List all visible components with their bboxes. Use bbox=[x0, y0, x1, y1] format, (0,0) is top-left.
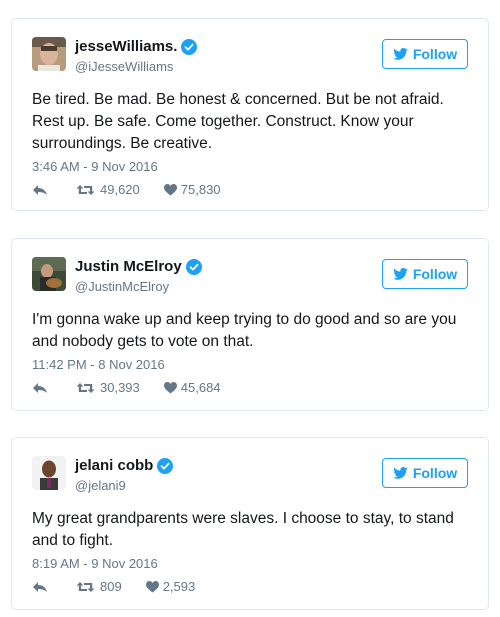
tweet-text: I'm gonna wake up and keep trying to do … bbox=[32, 311, 457, 350]
reply-button[interactable] bbox=[32, 382, 48, 394]
tweet-text: Be tired. Be mad. Be honest & concerned.… bbox=[32, 91, 444, 152]
twitter-bird-icon bbox=[393, 467, 408, 479]
retweet-button[interactable]: 809 bbox=[76, 579, 122, 594]
reply-button[interactable] bbox=[32, 581, 48, 593]
avatar[interactable] bbox=[32, 37, 66, 71]
follow-button[interactable]: Follow bbox=[382, 458, 468, 488]
tweet-actions: 809 2,593 bbox=[32, 579, 195, 594]
follow-button[interactable]: Follow bbox=[382, 39, 468, 69]
name-row: Justin McElroy bbox=[75, 258, 202, 275]
reply-icon bbox=[33, 184, 47, 195]
retweet-icon bbox=[76, 581, 95, 592]
verified-badge-icon bbox=[185, 258, 202, 275]
reply-button[interactable] bbox=[32, 184, 48, 196]
tweet-card: jesseWilliams. @iJesseWilliams Follow Be… bbox=[11, 18, 489, 211]
like-count: 75,830 bbox=[180, 182, 221, 197]
follow-label: Follow bbox=[412, 266, 458, 282]
user-handle[interactable]: @jelani9 bbox=[75, 478, 126, 493]
reply-icon bbox=[33, 382, 47, 393]
name-row: jelani cobb bbox=[75, 457, 174, 474]
retweet-button[interactable]: 30,393 bbox=[76, 380, 140, 395]
user-handle[interactable]: @JustinMcElroy bbox=[75, 279, 169, 294]
like-button[interactable]: 75,830 bbox=[163, 182, 221, 197]
like-button[interactable]: 2,593 bbox=[145, 579, 196, 594]
like-count: 45,684 bbox=[180, 380, 221, 395]
twitter-bird-icon bbox=[393, 48, 408, 60]
follow-label: Follow bbox=[412, 465, 458, 481]
display-name[interactable]: jesseWilliams. bbox=[75, 38, 177, 55]
display-name[interactable]: jelani cobb bbox=[75, 457, 153, 474]
display-name[interactable]: Justin McElroy bbox=[75, 258, 182, 275]
tweet-actions: 30,393 45,684 bbox=[32, 380, 221, 395]
twitter-bird-icon bbox=[393, 268, 408, 280]
tweet-actions: 49,620 75,830 bbox=[32, 182, 221, 197]
avatar[interactable] bbox=[32, 456, 66, 490]
heart-icon bbox=[163, 381, 177, 393]
tweet-card: jelani cobb @jelani9 Follow My great gra… bbox=[11, 437, 489, 610]
tweet-timestamp[interactable]: 11:42 PM - 8 Nov 2016 bbox=[32, 357, 165, 372]
heart-icon bbox=[145, 580, 159, 592]
retweet-count: 30,393 bbox=[100, 380, 140, 395]
avatar[interactable] bbox=[32, 257, 66, 291]
retweet-icon bbox=[76, 382, 95, 393]
user-handle[interactable]: @iJesseWilliams bbox=[75, 59, 173, 74]
heart-icon bbox=[163, 183, 177, 195]
tweet-timestamp[interactable]: 3:46 AM - 9 Nov 2016 bbox=[32, 159, 158, 174]
verified-badge-icon bbox=[157, 457, 174, 474]
tweet-timestamp[interactable]: 8:19 AM - 9 Nov 2016 bbox=[32, 556, 158, 571]
like-count: 2,593 bbox=[162, 579, 196, 594]
retweet-button[interactable]: 49,620 bbox=[76, 182, 140, 197]
retweet-icon bbox=[76, 184, 95, 195]
reply-icon bbox=[33, 581, 47, 592]
tweet-text: My great grandparents were slaves. I cho… bbox=[32, 510, 454, 549]
retweet-count: 49,620 bbox=[100, 182, 140, 197]
retweet-count: 809 bbox=[100, 579, 122, 594]
verified-badge-icon bbox=[181, 38, 198, 55]
tweet-card: Justin McElroy @JustinMcElroy Follow I'm… bbox=[11, 238, 489, 411]
like-button[interactable]: 45,684 bbox=[163, 380, 221, 395]
follow-label: Follow bbox=[412, 46, 458, 62]
name-row: jesseWilliams. bbox=[75, 38, 198, 55]
follow-button[interactable]: Follow bbox=[382, 259, 468, 289]
